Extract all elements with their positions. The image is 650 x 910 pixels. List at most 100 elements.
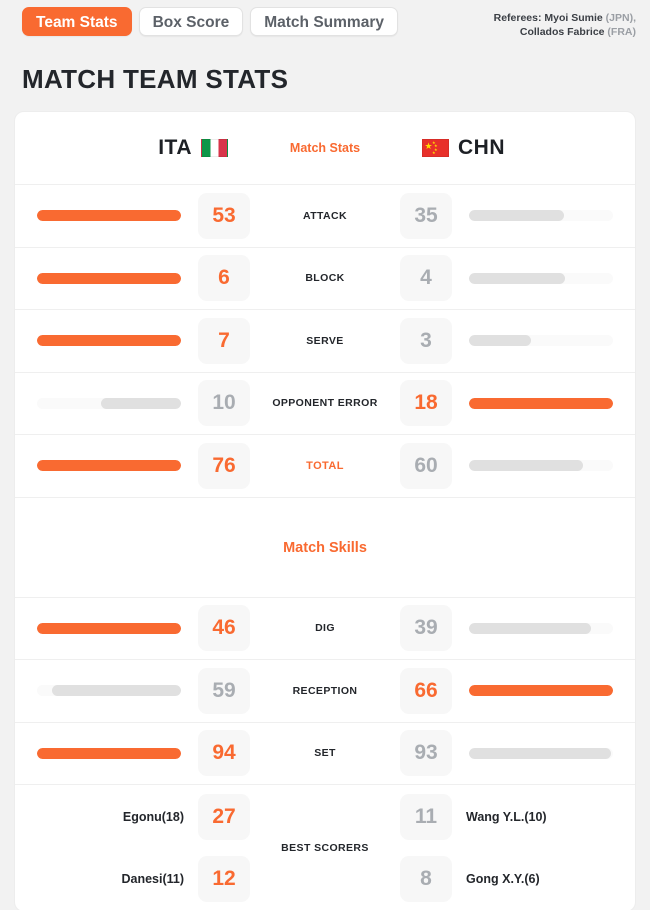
best-scorer-entry: 11 Wang Y.L.(10) (400, 794, 547, 840)
stat-label: TOTAL (306, 459, 344, 472)
home-stat-bar (37, 272, 181, 284)
home-bar-cell (37, 685, 184, 697)
best-scorer-value: 12 (198, 856, 250, 902)
home-stat-bar (37, 460, 181, 472)
best-scorer-value: 8 (400, 856, 452, 902)
home-stat-value: 59 (198, 667, 250, 714)
home-team: ITA (37, 136, 250, 160)
page-title: MATCH TEAM STATS (22, 64, 289, 94)
away-bar-cell (466, 397, 613, 409)
tab-match-summary[interactable]: Match Summary (250, 7, 398, 36)
referee-1-country: (JPN), (605, 12, 636, 24)
away-stat-value: 93 (400, 730, 452, 777)
best-scorer-entry: Egonu(18) 27 (123, 794, 250, 840)
home-bar-cell (37, 272, 184, 284)
best-scorer-name: Danesi(11) (121, 872, 184, 886)
best-scorer-entry: 8 Gong X.Y.(6) (400, 856, 540, 902)
home-stat-bar (37, 397, 181, 409)
best-scorer-value: 11 (400, 794, 452, 840)
away-stat-bar (469, 460, 613, 472)
home-stat-value: 53 (198, 192, 250, 239)
away-stat-bar (469, 685, 613, 697)
referee-2-name: Collados Fabrice (519, 26, 605, 39)
match-stats-label: Match Stats (289, 141, 361, 155)
stat-row: 94 SET 93 (15, 721, 635, 785)
home-stat-bar (37, 210, 181, 222)
match-skills-rows: 46 DIG 39 59 RECEPTION 66 94 SET 93 (15, 596, 635, 785)
tab-team-stats[interactable]: Team Stats (22, 7, 132, 36)
away-stat-value: 18 (400, 380, 452, 427)
italy-flag-icon (201, 139, 228, 157)
away-stat-value: 35 (400, 192, 452, 239)
home-bar-cell (37, 335, 184, 347)
best-scorer-name: Wang Y.L.(10) (466, 810, 547, 824)
home-stat-value: 6 (198, 255, 250, 302)
away-stat-value: 66 (400, 667, 452, 714)
stat-row: 46 DIG 39 (15, 596, 635, 660)
team-stats-rows: 53 ATTACK 35 6 BLOCK 4 7 SERVE 3 10 OPPONENT ERROR… (15, 184, 635, 497)
home-bar-cell (37, 747, 184, 759)
best-scorers-label: BEST SCORERS (281, 842, 369, 854)
best-scorer-name: Egonu(18) (122, 810, 184, 824)
away-bar-cell (466, 747, 613, 759)
home-bar-cell (37, 397, 184, 409)
away-stat-bar (469, 397, 613, 409)
away-stat-value: 39 (400, 605, 452, 652)
stat-row: 76 TOTAL 60 (15, 434, 635, 497)
best-scorer-entry: Danesi(11) 12 (121, 856, 250, 902)
away-bar-cell (466, 210, 613, 222)
stat-label: OPPONENT ERROR (272, 397, 378, 410)
away-stat-bar (469, 622, 613, 634)
away-team-code: CHN (458, 136, 505, 159)
stat-label: SERVE (306, 334, 344, 347)
referees-info: Referees: Myoi Sumie (JPN), Collados Fab… (494, 7, 636, 40)
best-scorer-value: 27 (198, 794, 250, 840)
home-team-code: ITA (158, 136, 192, 159)
home-bar-cell (37, 622, 184, 634)
referee-line-2: Collados Fabrice (FRA) (494, 25, 636, 39)
home-stat-bar (37, 747, 181, 759)
away-bar-cell (466, 335, 613, 347)
top-bar: Team Stats Box Score Match Summary Refer… (0, 0, 650, 46)
home-stat-bar (37, 685, 181, 697)
away-stat-bar (469, 747, 613, 759)
away-stat-value: 60 (400, 442, 452, 489)
referee-1-name: Referees: Myoi Sumie (493, 12, 603, 24)
star-icon: ★ (432, 149, 436, 155)
away-stat-value: 3 (400, 317, 452, 364)
best-scorers-section: Egonu(18) 27 Danesi(11) 12 BEST SCORERS 11 W… (15, 784, 635, 910)
home-stat-value: 10 (198, 380, 250, 427)
referee-line-1: Referees: Myoi Sumie (JPN), (494, 11, 636, 25)
home-bar-cell (37, 460, 184, 472)
stat-label: ATTACK (302, 209, 347, 222)
match-skills-title: Match Skills (15, 496, 635, 597)
stat-label: SET (314, 747, 336, 760)
referee-2-country: (FRA) (607, 26, 636, 39)
china-flag-icon: ★ ★ ★ ★ ★ (422, 139, 449, 157)
home-stat-value: 46 (198, 605, 250, 652)
tab-bar: Team Stats Box Score Match Summary (22, 7, 398, 36)
home-stat-bar (37, 622, 181, 634)
away-stat-bar (469, 335, 613, 347)
team-header: ITA Match Stats ★ ★ ★ ★ ★ CHN (15, 112, 635, 184)
stat-row: 59 RECEPTION 66 (15, 659, 635, 722)
home-stat-value: 94 (198, 730, 250, 777)
away-team: ★ ★ ★ ★ ★ CHN (400, 136, 613, 160)
tab-box-score[interactable]: Box Score (138, 7, 244, 36)
away-bar-cell (466, 685, 613, 697)
home-stat-value: 7 (198, 317, 250, 364)
away-stat-value: 4 (400, 255, 452, 302)
home-bar-cell (37, 210, 184, 222)
match-stats-card: ITA Match Stats ★ ★ ★ ★ ★ CHN 53 ATTACK 35… (14, 111, 636, 910)
home-stat-value: 76 (198, 442, 250, 489)
stat-row: 10 OPPONENT ERROR 18 (15, 371, 635, 435)
stat-row: 7 SERVE 3 (15, 309, 635, 372)
home-stat-bar (37, 335, 181, 347)
away-stat-bar (469, 272, 613, 284)
away-bar-cell (466, 622, 613, 634)
stat-label: BLOCK (305, 272, 345, 285)
stat-label: DIG (315, 622, 335, 635)
best-scorer-name: Gong X.Y.(6) (466, 872, 540, 886)
away-bar-cell (466, 460, 613, 472)
stat-label: RECEPTION (292, 684, 358, 697)
